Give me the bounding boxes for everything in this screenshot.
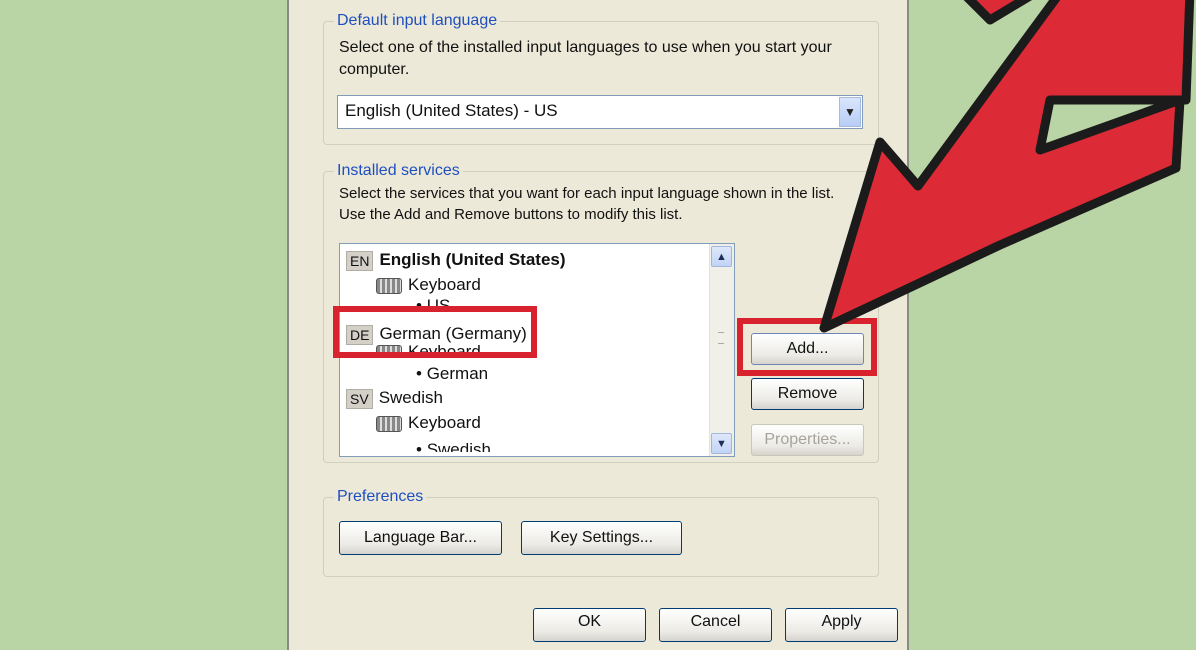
red-pointer-arrow [819,0,1195,333]
arrow-tail-shape [963,0,1033,25]
arrow-head-shape [819,0,1195,333]
